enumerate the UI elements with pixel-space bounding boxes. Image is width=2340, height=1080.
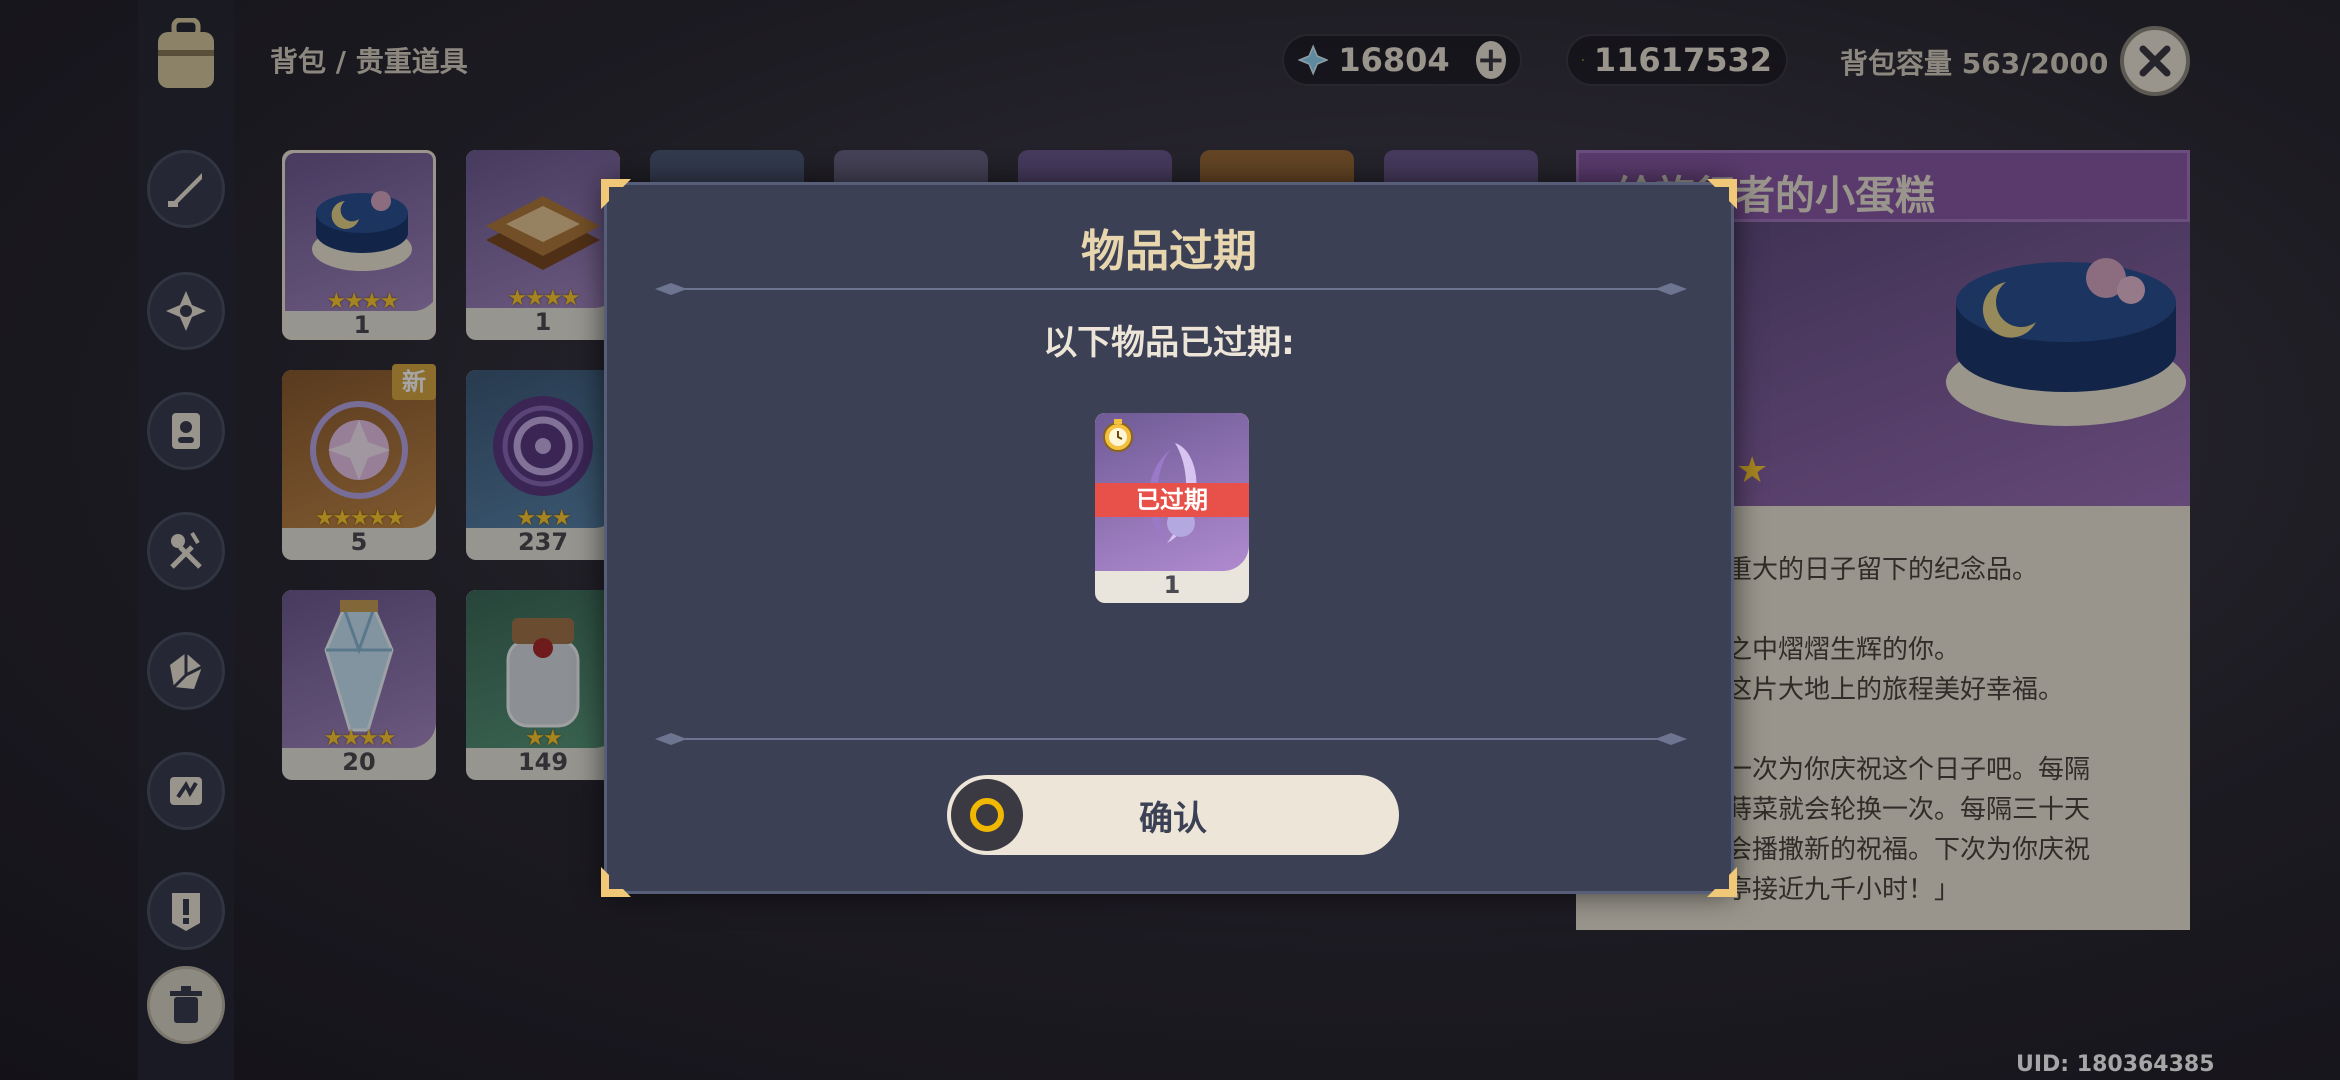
divider <box>655 283 1687 295</box>
dialog-subtitle: 以下物品已过期: <box>1043 323 1295 363</box>
corner-ornament-icon <box>601 179 631 209</box>
corner-ornament-icon <box>601 867 631 897</box>
expired-item-count: 1 <box>1163 571 1181 599</box>
confirm-label: 确认 <box>1139 798 1207 839</box>
expired-item-dialog: 物品过期 以下物品已过期: 已过期 1 确认 <box>601 179 1737 897</box>
divider <box>655 733 1687 745</box>
confirm-button[interactable]: 确认 <box>947 775 1399 855</box>
expired-tag: 已过期 <box>1095 483 1249 517</box>
corner-ornament-icon <box>1707 867 1737 897</box>
corner-ornament-icon <box>1707 179 1737 209</box>
timer-icon <box>1103 419 1133 452</box>
confirm-circle-icon <box>951 779 1023 851</box>
expired-item-slot: 已过期 1 <box>1095 413 1249 603</box>
dialog-title: 物品过期 <box>1081 226 1257 277</box>
